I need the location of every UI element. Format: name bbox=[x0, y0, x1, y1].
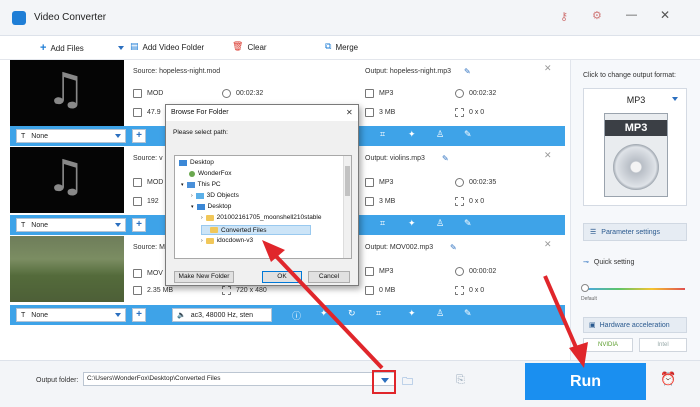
annotation-arrows bbox=[262, 240, 588, 370]
arrow-to-run-line bbox=[543, 275, 580, 353]
arrow-to-folder-line bbox=[271, 251, 384, 370]
arrow-to-run-head bbox=[569, 342, 588, 368]
arrow-to-folder-head bbox=[262, 240, 285, 262]
